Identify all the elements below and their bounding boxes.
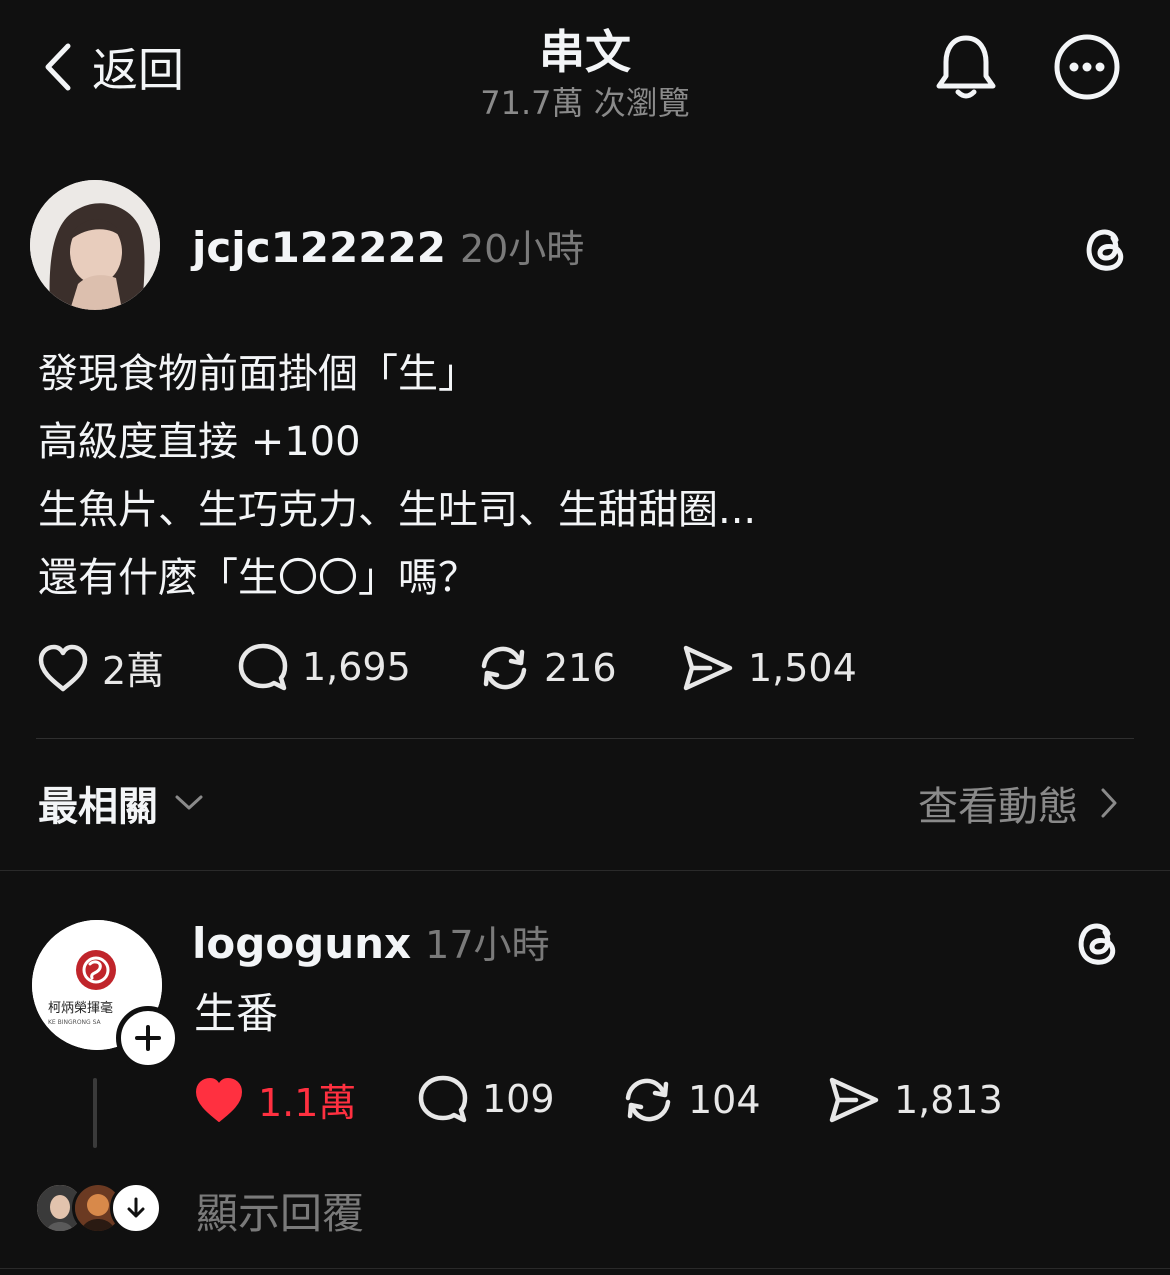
view-activity-label: 查看動態 [918, 784, 1078, 830]
repost-icon [625, 1078, 671, 1122]
like-count: 1.1萬 [258, 1081, 357, 1125]
chevron-right-icon [1101, 788, 1117, 818]
view-activity-link[interactable]: 查看動態 [918, 774, 1118, 832]
arrow-down-icon [127, 1197, 145, 1218]
share-button[interactable]: 1,813 [826, 1072, 1003, 1128]
repost-icon [481, 646, 527, 690]
share-count: 1,504 [748, 646, 857, 690]
comment-button[interactable]: 1,695 [236, 640, 411, 694]
post-line: 高級度直接 +100 [38, 419, 361, 465]
avatar[interactable] [30, 180, 160, 310]
comment-icon [238, 643, 288, 691]
reply-username[interactable]: logogunx [192, 919, 411, 968]
comment-count: 109 [482, 1077, 555, 1121]
chevron-down-icon [175, 795, 203, 810]
thread-line [93, 1078, 97, 1148]
repost-count: 104 [688, 1078, 761, 1122]
section-divider [0, 870, 1170, 871]
like-count: 2萬 [102, 649, 165, 693]
logo-text: 柯炳榮揮毫 [48, 1000, 113, 1016]
follow-button[interactable] [116, 1006, 180, 1070]
comment-button[interactable]: 109 [416, 1072, 555, 1126]
reply-meta: logogunx 17小時 [192, 914, 550, 969]
post-time: 20小時 [459, 227, 585, 271]
share-count: 1,813 [894, 1078, 1003, 1122]
expand-replies-button[interactable] [110, 1182, 162, 1234]
section-divider [0, 1268, 1170, 1269]
repost-button[interactable]: 216 [476, 640, 617, 696]
comment-count: 1,695 [302, 645, 411, 689]
send-icon [683, 645, 733, 691]
bell-icon[interactable] [934, 32, 998, 102]
post-meta: jcjc122222 20小時 [192, 218, 584, 273]
post-line: 發現食物前面掛個「生」 [38, 351, 478, 397]
heart-icon [38, 644, 88, 691]
sort-dropdown[interactable]: 最相關 [38, 774, 204, 832]
sort-label: 最相關 [38, 784, 158, 830]
reply-text: 生番 [194, 989, 279, 1038]
post-username[interactable]: jcjc122222 [192, 223, 446, 272]
user-photo [30, 180, 160, 310]
post-body: 發現食物前面掛個「生」 高級度直接 +100 生魚片、生巧克力、生吐司、生甜甜圈… [38, 340, 1138, 612]
logo-subtext: KE BINGRONG SA [48, 1019, 102, 1026]
like-button[interactable]: 2萬 [36, 640, 164, 695]
threads-logo-icon[interactable] [1072, 916, 1124, 968]
repost-count: 216 [544, 646, 617, 690]
share-button[interactable]: 1,504 [680, 640, 857, 696]
more-options-icon[interactable] [1052, 32, 1122, 102]
threads-logo-icon[interactable] [1080, 222, 1132, 274]
comment-icon [418, 1075, 468, 1123]
post-line: 還有什麼「生〇〇」嗎？ [38, 555, 478, 601]
repost-button[interactable]: 104 [620, 1072, 761, 1128]
like-button[interactable]: 1.1萬 [192, 1072, 356, 1127]
reply-time: 17小時 [425, 923, 550, 967]
divider [36, 738, 1134, 739]
show-replies-link[interactable]: 顯示回覆 [196, 1180, 364, 1241]
plus-icon [135, 1025, 161, 1051]
post-line: 生魚片、生巧克力、生吐司、生甜甜圈... [38, 487, 757, 533]
send-icon [829, 1077, 879, 1123]
heart-filled-icon [196, 1077, 242, 1122]
